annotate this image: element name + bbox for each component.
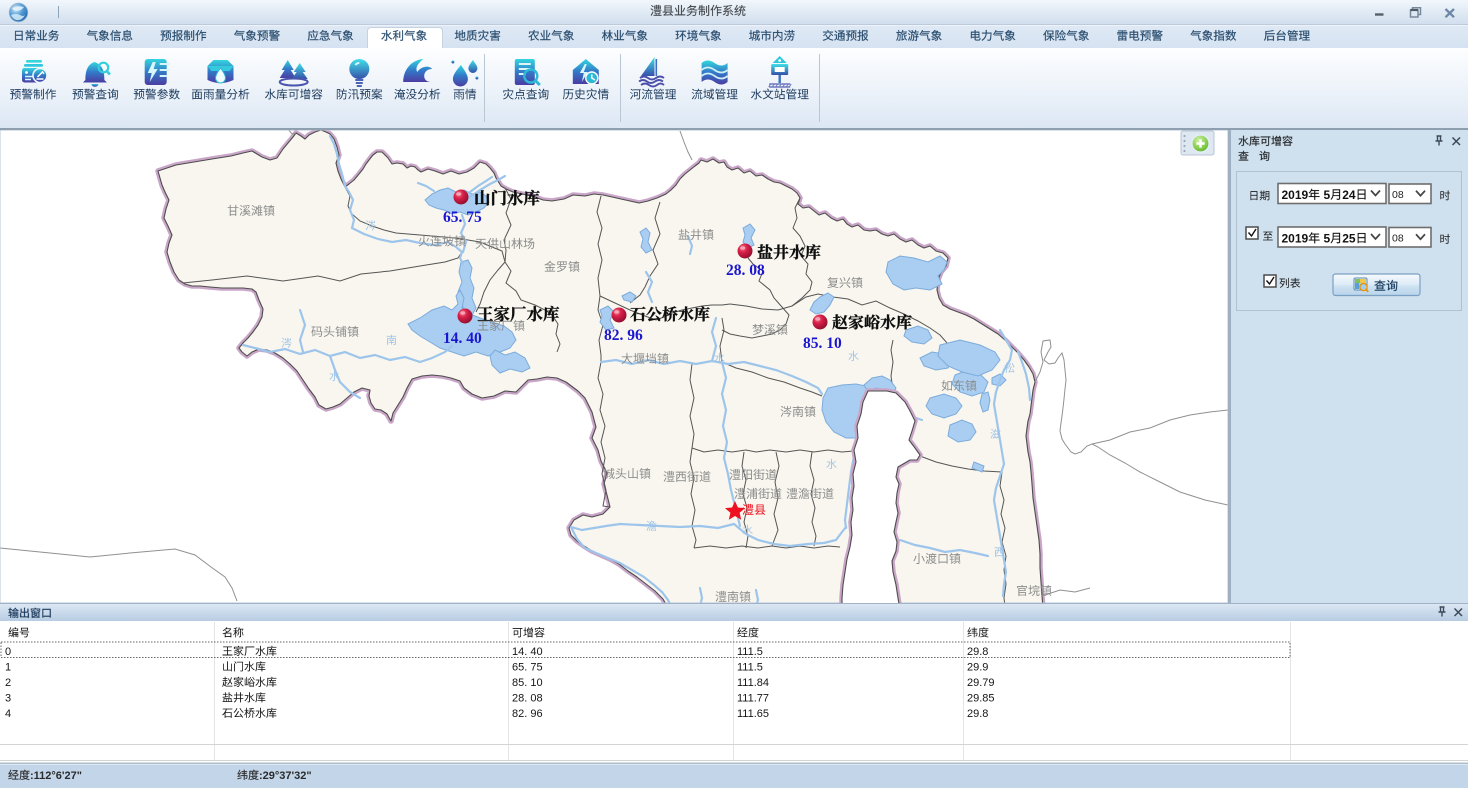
svg-text:29.79: 29.79 <box>967 677 995 689</box>
svg-text:29.8: 29.8 <box>967 646 988 658</box>
svg-text:111.5: 111.5 <box>737 662 763 674</box>
svg-text::112°6'27": :112°6'27" <box>30 770 82 782</box>
svg-text:0: 0 <box>5 646 11 658</box>
svg-text:82. 96: 82. 96 <box>512 708 543 720</box>
svg-text::29°37'32": :29°37'32" <box>259 770 312 782</box>
svg-text:08: 08 <box>1392 233 1404 245</box>
svg-text:29.8: 29.8 <box>967 708 988 720</box>
svg-text:29.9: 29.9 <box>967 662 988 674</box>
svg-text:25: 25 <box>1342 231 1356 245</box>
svg-text:28. 08: 28. 08 <box>512 693 543 705</box>
svg-text:1: 1 <box>5 662 11 674</box>
svg-text:111.84: 111.84 <box>737 677 769 689</box>
svg-text:29.85: 29.85 <box>967 693 995 705</box>
svg-text:5: 5 <box>1324 231 1331 245</box>
svg-text:5: 5 <box>1324 188 1331 202</box>
svg-text:65. 75: 65. 75 <box>512 662 543 674</box>
svg-text:24: 24 <box>1342 188 1356 202</box>
svg-text:111.77: 111.77 <box>737 693 769 705</box>
svg-text:2019: 2019 <box>1282 188 1309 202</box>
svg-text:111.5: 111.5 <box>737 646 763 658</box>
svg-text:08: 08 <box>1392 189 1404 201</box>
svg-text:4: 4 <box>5 708 11 720</box>
svg-text:111.65: 111.65 <box>737 708 769 720</box>
svg-text:2019: 2019 <box>1282 231 1309 245</box>
svg-text:14. 40: 14. 40 <box>512 646 543 658</box>
svg-text:2: 2 <box>5 677 11 689</box>
svg-text:3: 3 <box>5 693 11 705</box>
svg-text:85. 10: 85. 10 <box>512 677 543 689</box>
